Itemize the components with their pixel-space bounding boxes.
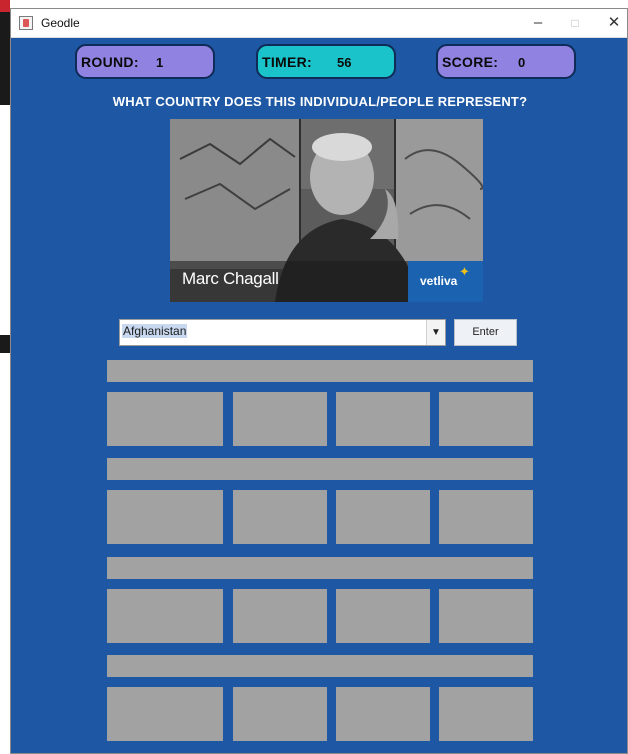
desktop-fragment <box>0 335 10 353</box>
score-value: 0 <box>518 55 526 70</box>
score-label: SCORE: <box>442 54 499 70</box>
minimize-button[interactable]: – <box>523 13 553 33</box>
guess-cell <box>107 490 223 544</box>
guess-cell <box>336 490 430 544</box>
close-button[interactable]: ✕ <box>599 13 628 33</box>
guess-cell <box>336 392 430 446</box>
round-label: ROUND: <box>81 54 139 70</box>
guess-cell <box>336 687 430 741</box>
guess-cell <box>439 392 533 446</box>
guess-cell <box>439 589 533 643</box>
guess-cell <box>233 392 327 446</box>
watermark-text: vetliva <box>420 274 458 288</box>
guess-cell <box>233 589 327 643</box>
guess-cell <box>107 392 223 446</box>
window-title: Geodle <box>41 16 80 30</box>
desktop-background <box>0 0 10 754</box>
timer-label: TIMER: <box>262 54 313 70</box>
timer-value: 56 <box>337 55 352 70</box>
guess-cell <box>439 687 533 741</box>
star-icon: ✦ <box>459 264 470 279</box>
person-photo: Marc Chagall vetliva ✦ <box>170 119 483 302</box>
guess-cell <box>233 490 327 544</box>
watermark-logo: vetliva ✦ <box>408 261 483 302</box>
guess-hint-bar <box>107 655 533 677</box>
guess-cell <box>233 687 327 741</box>
enter-button[interactable]: Enter <box>454 319 517 346</box>
app-window: Geodle – □ ✕ ROUND: 1 TIMER: 56 SCORE: 0… <box>10 8 628 754</box>
desktop-fragment <box>0 0 10 12</box>
country-select[interactable]: Afghanistan ▼ <box>119 319 446 346</box>
guess-cell <box>107 687 223 741</box>
desktop-fragment <box>0 0 10 105</box>
title-bar[interactable]: Geodle – □ ✕ <box>11 9 627 38</box>
round-indicator: ROUND: 1 <box>75 44 215 79</box>
round-value: 1 <box>156 55 164 70</box>
guess-cell <box>439 490 533 544</box>
maximize-button[interactable]: □ <box>560 13 590 33</box>
guess-hint-bar <box>107 360 533 382</box>
java-cup-icon <box>19 16 33 30</box>
photo-caption: Marc Chagall <box>182 269 279 288</box>
score-indicator: SCORE: 0 <box>436 44 576 79</box>
guess-cell <box>336 589 430 643</box>
chevron-down-icon[interactable]: ▼ <box>426 320 445 345</box>
guess-hint-bar <box>107 557 533 579</box>
guess-cell <box>107 589 223 643</box>
country-select-value[interactable]: Afghanistan <box>122 324 188 338</box>
guess-hint-bar <box>107 458 533 480</box>
timer-indicator: TIMER: 56 <box>256 44 396 79</box>
question-prompt: WHAT COUNTRY DOES THIS INDIVIDUAL/PEOPLE… <box>112 94 528 109</box>
